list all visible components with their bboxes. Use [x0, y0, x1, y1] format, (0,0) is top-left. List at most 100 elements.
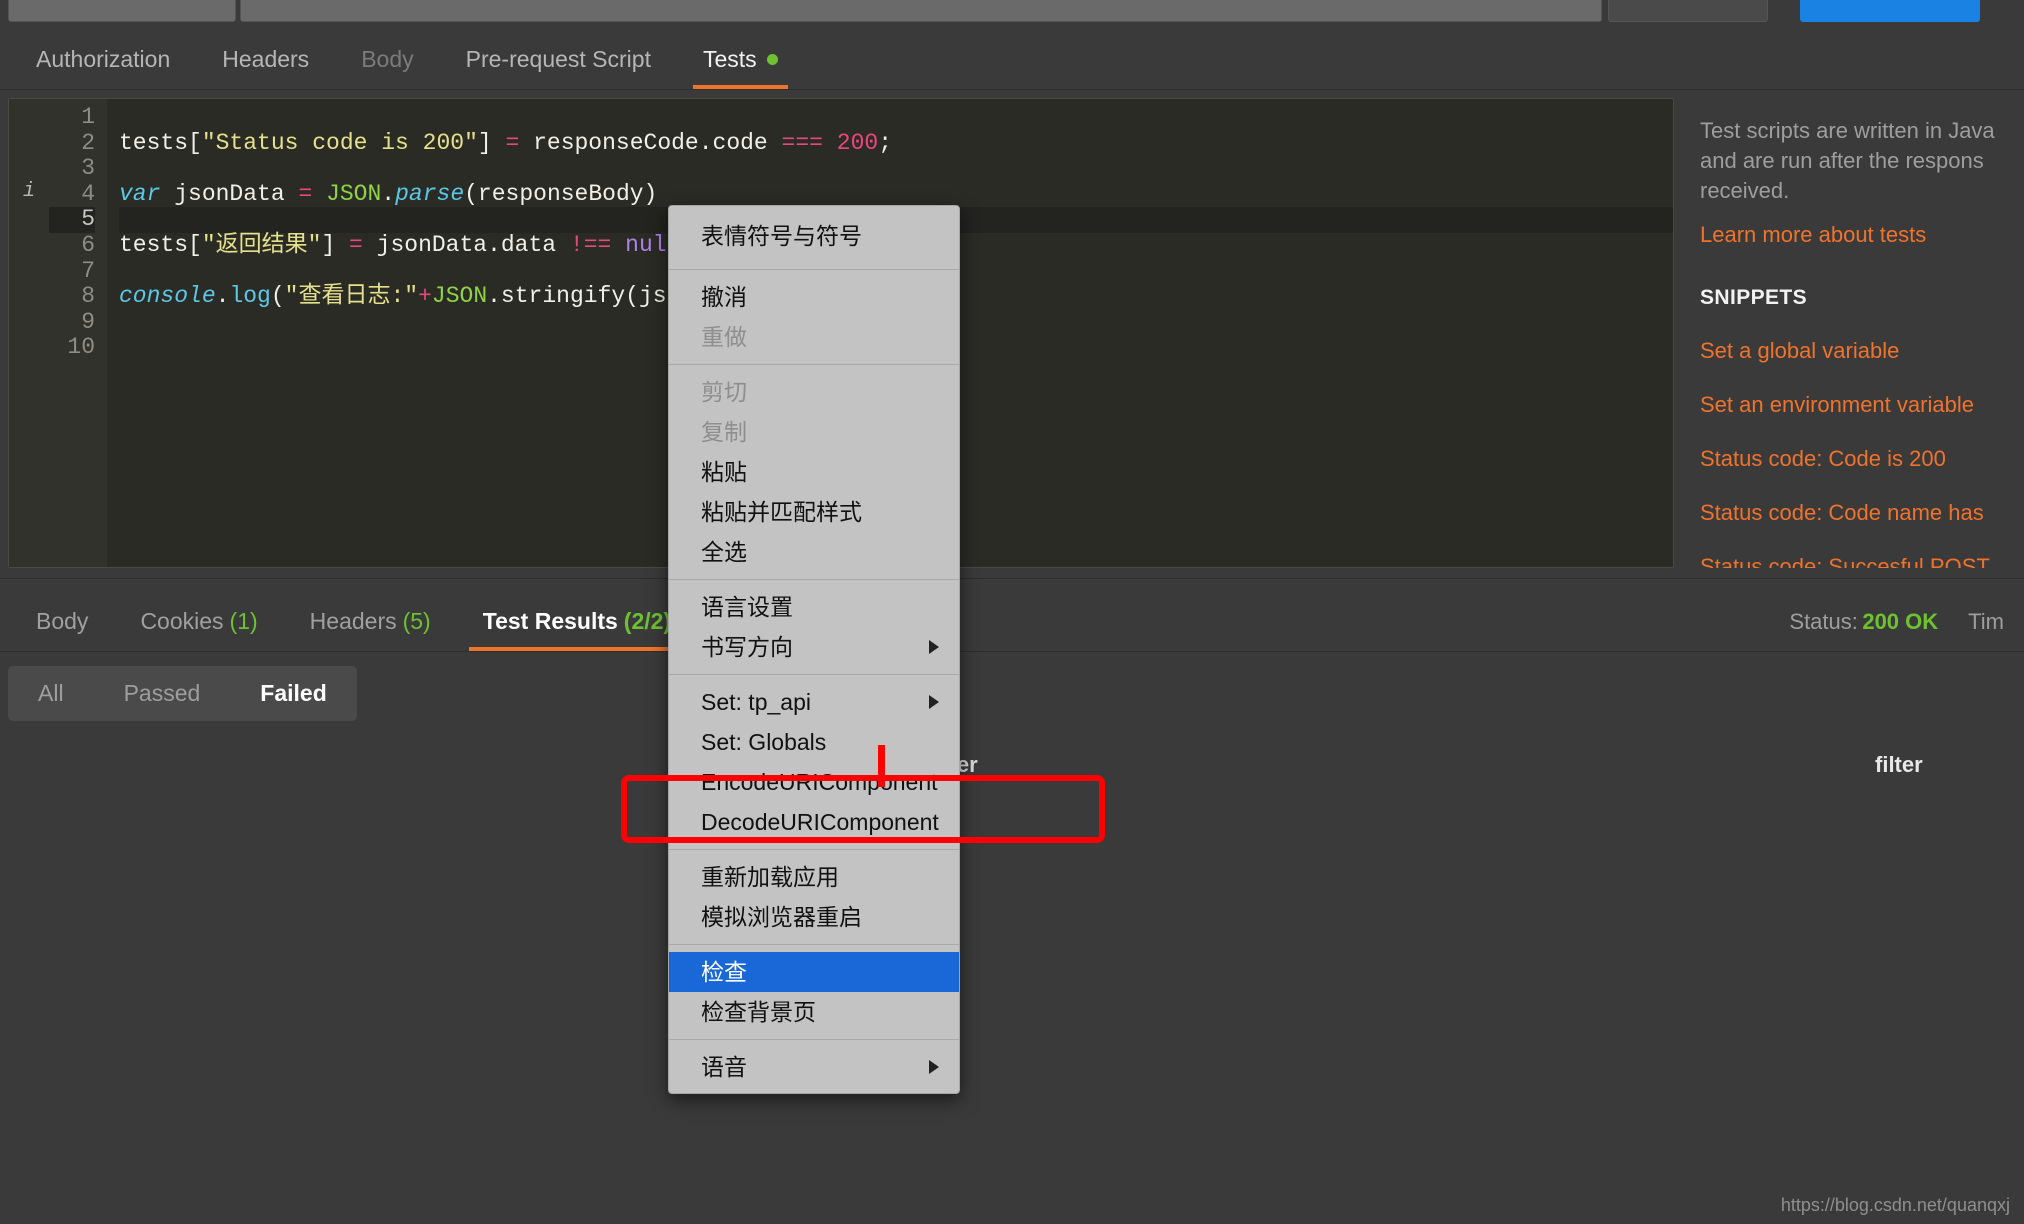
code-token: log [229, 283, 271, 310]
docs-blurb-line: received. [1700, 178, 1790, 203]
menu-item-6: 复制 [669, 412, 959, 452]
filter-passed[interactable]: Passed [94, 666, 231, 721]
code-line[interactable]: var jsonData = JSON.parse(responseBody) [119, 180, 1673, 208]
request-tab-headers[interactable]: Headers [196, 46, 335, 89]
code-token: responseCode.code [519, 129, 782, 156]
filter-failed[interactable]: Failed [230, 666, 356, 721]
method-selector[interactable] [8, 0, 236, 22]
line-number: 2 [81, 129, 95, 156]
response-tab-headers[interactable]: Headers (5) [284, 608, 457, 651]
code-token: = [505, 129, 520, 156]
menu-item-19[interactable]: 重新加载应用 [669, 857, 959, 897]
menu-item-14[interactable]: Set: tp_api [669, 682, 959, 722]
code-line[interactable] [119, 105, 1673, 131]
chevron-right-icon [929, 640, 939, 654]
menu-item-16[interactable]: EncodeURIComponent [669, 762, 959, 802]
code-token: JSON [326, 180, 382, 207]
menu-item-label: 表情符号与符号 [701, 223, 862, 249]
status-value: 200 OK [1862, 609, 1939, 634]
code-token: tests[ [119, 231, 202, 258]
filter-all[interactable]: All [8, 666, 94, 721]
code-token: . [381, 180, 396, 207]
line-number: 8 [81, 283, 95, 310]
postman-window: Authorization Headers Body Pre-request Scri… [0, 0, 2024, 1224]
menu-item-11[interactable]: 语言设置 [669, 587, 959, 627]
code-token: !== [569, 231, 612, 258]
menu-separator [669, 579, 959, 580]
menu-item-12[interactable]: 书写方向 [669, 627, 959, 667]
snippet-link[interactable]: Set an environment variable [1700, 392, 2024, 418]
line-number: 10 [67, 334, 95, 361]
response-tabs-bar: Body Cookies (1) Headers (5) Test Results (2/2… [0, 578, 2024, 652]
code-token: "返回结果" [201, 231, 322, 258]
menu-item-17[interactable]: DecodeURIComponent [669, 802, 959, 842]
snippet-link[interactable]: Status code: Code name has [1700, 500, 2024, 526]
response-tab-cookies[interactable]: Cookies (1) [114, 608, 283, 651]
response-tab-label: Cookies [140, 608, 224, 634]
request-tab-tests[interactable]: Tests [677, 46, 804, 89]
response-tab-test-results[interactable]: Test Results (2/2) [457, 608, 697, 651]
docs-blurb: Test scripts are written in Java and are … [1700, 116, 2024, 206]
code-token: = [349, 231, 363, 258]
send-button[interactable] [1800, 0, 1980, 22]
menu-separator [669, 674, 959, 675]
menu-item-22[interactable]: 检查 [669, 952, 959, 992]
code-token: "查看日志:" [284, 283, 419, 310]
response-tab-count: (1) [229, 608, 258, 634]
menu-item-label: 检查 [701, 959, 747, 985]
code-token: + [418, 283, 432, 310]
menu-item-label: Set: tp_api [701, 689, 811, 715]
context-menu[interactable]: 表情符号与符号撤消重做剪切复制 粘贴 粘贴并匹配样式 全选语言设置书写方向 Set: t… [668, 205, 960, 1094]
menu-separator [669, 849, 959, 850]
menu-item-label: Set: Globals [701, 729, 827, 755]
code-token: === [781, 129, 823, 156]
response-tab-body[interactable]: Body [10, 608, 114, 651]
menu-separator [669, 1039, 959, 1040]
menu-item-15[interactable]: Set: Globals [669, 722, 959, 762]
code-line[interactable] [119, 156, 1673, 182]
menu-item-label: DecodeURIComponent [701, 809, 939, 835]
request-tab-label: Tests [702, 46, 757, 72]
menu-item-label: 书写方向 [701, 634, 793, 660]
docs-blurb-line: Test scripts are written in Java [1700, 118, 1995, 143]
line-number: 1 [81, 104, 95, 130]
code-token: JSON [431, 283, 488, 310]
docs-blurb-line: and are run after the respons [1700, 148, 1984, 173]
url-input[interactable] [240, 0, 1602, 22]
line-number: 4 [81, 180, 95, 207]
code-token: parse [395, 180, 465, 207]
tests-active-dot-icon [766, 54, 778, 65]
editor-line-numbers: 1 2 3 4 5 6 7 8 9 10 [49, 99, 107, 567]
learn-more-link[interactable]: Learn more about tests [1700, 222, 2024, 248]
menu-item-2[interactable]: 撤消 [669, 277, 959, 317]
code-token: ( [270, 283, 285, 310]
status-label: Status: [1789, 609, 1858, 634]
snippet-link[interactable]: Set a global variable [1700, 338, 2024, 364]
menu-item-label: 剪切 [701, 379, 747, 405]
toolbar-strip [0, 0, 2024, 24]
menu-item-7[interactable]: 粘贴 [669, 452, 959, 492]
chevron-right-icon [929, 695, 939, 709]
request-tab-authorization[interactable]: Authorization [10, 46, 196, 89]
menu-item-9[interactable]: 全选 [669, 532, 959, 572]
line-number: 3 [81, 155, 95, 182]
menu-item-label: 重新加载应用 [701, 864, 839, 890]
line-number: 9 [81, 308, 95, 335]
menu-separator [669, 944, 959, 945]
code-line[interactable]: tests["Status code is 200"] = responseCo… [119, 129, 1673, 157]
menu-item-20[interactable]: 模拟浏览器重启 [669, 897, 959, 937]
snippet-link[interactable]: Status code: Code is 200 [1700, 446, 2024, 472]
request-tab-pre-request-script[interactable]: Pre-request Script [440, 46, 677, 89]
snippet-link[interactable]: Status code: Succesful POST [1700, 554, 2024, 568]
menu-item-23[interactable]: 检查背景页 [669, 992, 959, 1032]
menu-item-0[interactable]: 表情符号与符号 [669, 212, 959, 262]
params-button[interactable] [1608, 0, 1768, 22]
annotation-pointer [878, 745, 885, 787]
menu-item-25[interactable]: 语音 [669, 1047, 959, 1087]
snippets-header: SNIPPETS [1700, 286, 1808, 309]
menu-item-8[interactable]: 粘贴并匹配样式 [669, 492, 959, 532]
request-tab-body[interactable]: Body [335, 46, 439, 89]
menu-item-label: 重做 [701, 324, 747, 350]
